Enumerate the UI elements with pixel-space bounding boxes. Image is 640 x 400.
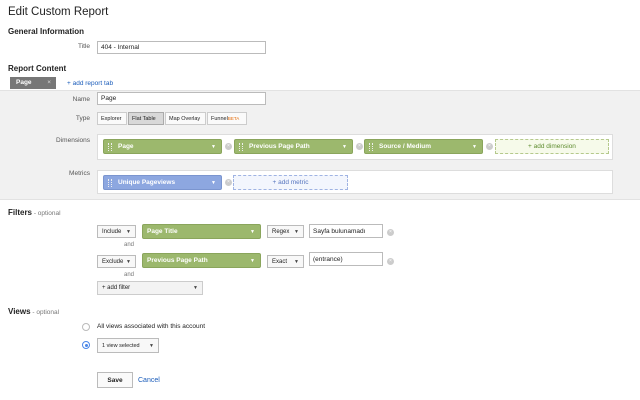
dimension-label: Previous Page Path	[249, 143, 310, 150]
drag-handle-icon[interactable]	[239, 143, 243, 151]
name-label: Name	[72, 96, 90, 103]
chevron-down-icon: ▼	[294, 259, 299, 265]
filters-heading-label: Filters	[8, 208, 33, 217]
add-metric-button[interactable]: + add metric	[233, 175, 348, 190]
type-flat-table-button[interactable]: Flat Table	[128, 112, 164, 125]
dimension-pill-previous-page-path[interactable]: Previous Page Path ▼	[234, 139, 353, 154]
filter-mode-select[interactable]: Include ▼	[97, 225, 136, 238]
save-button[interactable]: Save	[97, 372, 133, 388]
remove-icon[interactable]: ×	[486, 143, 493, 150]
all-views-label: All views associated with this account	[97, 323, 206, 330]
and-label: and	[124, 242, 135, 248]
cancel-link[interactable]: Cancel	[138, 377, 160, 384]
dimensions-label: Dimensions	[56, 137, 90, 144]
filter-dimension-label: Page Title	[147, 228, 178, 235]
type-map-overlay-button[interactable]: Map Overlay	[165, 112, 206, 125]
metric-pill-unique-pageviews[interactable]: Unique Pageviews ▼	[103, 175, 222, 190]
remove-icon[interactable]: ×	[225, 143, 232, 150]
views-heading: Views - optional	[8, 307, 59, 316]
remove-icon[interactable]: ×	[387, 258, 394, 265]
filter-match-select[interactable]: Regex ▼	[267, 225, 304, 238]
dimension-label: Page	[118, 143, 134, 150]
remove-icon[interactable]: ×	[356, 143, 363, 150]
filter-match-value: Regex	[272, 229, 290, 235]
type-funnel-label: Funnel	[211, 116, 228, 122]
filter-mode-select[interactable]: Exclude ▼	[97, 255, 136, 268]
close-icon[interactable]: ×	[47, 79, 51, 86]
remove-icon[interactable]: ×	[387, 229, 394, 236]
optional-label: - optional	[30, 309, 60, 316]
tab-page-label: Page	[16, 79, 32, 86]
drag-handle-icon[interactable]	[369, 143, 373, 151]
type-funnel-button[interactable]: FunnelBETA	[207, 112, 247, 125]
views-heading-label: Views	[8, 307, 31, 316]
chevron-down-icon[interactable]: ▼	[211, 180, 216, 186]
metrics-label: Metrics	[69, 170, 90, 177]
name-input[interactable]	[97, 92, 266, 105]
filter-value-input[interactable]	[309, 224, 383, 238]
chevron-down-icon: ▼	[126, 229, 131, 235]
dimension-label: Source / Medium	[379, 143, 432, 150]
add-filter-label: + add filter	[102, 285, 131, 291]
chevron-down-icon[interactable]: ▼	[211, 144, 216, 150]
view-selector-value: 1 view selected	[102, 343, 140, 349]
metric-label: Unique Pageviews	[118, 179, 176, 186]
tab-page[interactable]: Page ×	[10, 77, 56, 89]
filter-match-value: Exact	[272, 259, 288, 265]
general-information-heading: General Information	[8, 27, 85, 36]
filter-dimension-previous-page-path[interactable]: Previous Page Path ▼	[142, 253, 261, 268]
filter-match-select[interactable]: Exact ▼	[267, 255, 304, 268]
filter-dimension-page-title[interactable]: Page Title ▼	[142, 224, 261, 239]
dimension-pill-source-medium[interactable]: Source / Medium ▼	[364, 139, 483, 154]
chevron-down-icon: ▼	[149, 343, 154, 349]
filter-dimension-label: Previous Page Path	[147, 257, 208, 264]
type-label: Type	[75, 115, 90, 122]
chevron-down-icon[interactable]: ▼	[250, 229, 255, 235]
all-views-radio[interactable]	[82, 323, 90, 331]
chevron-down-icon: ▼	[294, 229, 299, 235]
report-content-heading: Report Content	[8, 64, 67, 73]
chevron-down-icon[interactable]: ▼	[472, 144, 477, 150]
and-label: and	[124, 272, 135, 278]
drag-handle-icon[interactable]	[108, 143, 112, 151]
view-selector[interactable]: 1 view selected ▼	[97, 338, 159, 353]
add-dimension-button[interactable]: + add dimension	[495, 139, 609, 154]
filter-value-input[interactable]	[309, 252, 383, 266]
selected-views-radio[interactable]	[82, 341, 90, 349]
add-report-tab-link[interactable]: + add report tab	[67, 80, 113, 87]
title-label: Title	[77, 43, 90, 50]
chevron-down-icon[interactable]: ▼	[342, 144, 347, 150]
dimension-pill-page[interactable]: Page ▼	[103, 139, 222, 154]
filters-heading: Filters - optional	[8, 208, 61, 217]
remove-icon[interactable]: ×	[225, 179, 232, 186]
chevron-down-icon: ▼	[126, 259, 131, 265]
optional-label: - optional	[32, 210, 61, 217]
chevron-down-icon: ▼	[193, 285, 198, 291]
title-input[interactable]	[97, 41, 266, 54]
filter-mode-value: Include	[102, 229, 122, 235]
chevron-down-icon[interactable]: ▼	[250, 258, 255, 264]
page-title: Edit Custom Report	[8, 6, 109, 18]
drag-handle-icon[interactable]	[108, 179, 112, 187]
type-explorer-button[interactable]: Explorer	[97, 112, 127, 125]
add-filter-select[interactable]: + add filter ▼	[97, 281, 203, 295]
filter-mode-value: Exclude	[102, 259, 124, 265]
beta-badge: BETA	[227, 116, 240, 121]
